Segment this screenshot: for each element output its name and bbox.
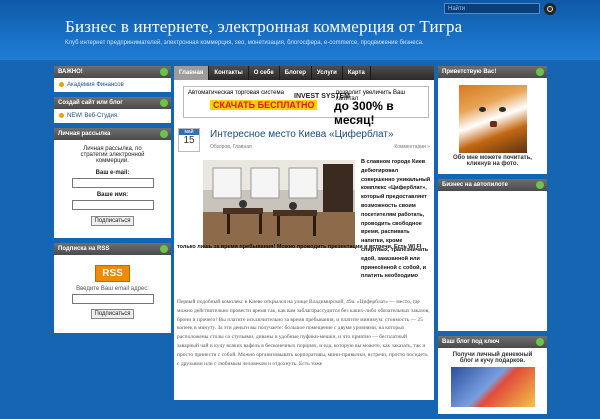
bullet-icon	[59, 113, 64, 119]
link-academy[interactable]: Академия Финансов	[67, 82, 124, 88]
toggle-icon[interactable]	[160, 130, 168, 139]
toggle-icon[interactable]	[160, 245, 168, 254]
widget-title: Создай сайт или блог	[54, 97, 171, 110]
widget-title: Личная рассылка	[54, 128, 171, 141]
post-photo	[203, 160, 355, 248]
autopilot-widget: Бизнес на автопилоте	[438, 179, 547, 331]
top-nav: Главная Контакты О себе Блогер Услуги Ка…	[174, 66, 434, 80]
link-web-studio[interactable]: NEW! Веб-Студия.	[67, 113, 119, 119]
ad-download[interactable]: СКАЧАТЬ БЕСПЛАТНО	[210, 100, 318, 110]
toggle-icon[interactable]	[536, 181, 544, 189]
ad-big-text: до 300% в месяц!	[334, 99, 394, 127]
post-comments-link[interactable]: Комментарии »	[394, 144, 430, 150]
important-widget: ВАЖНО! Академия Финансов	[54, 66, 171, 93]
site-description: Клуб интернет предпринимателей, электрон…	[65, 40, 424, 46]
bullet-icon	[59, 82, 64, 87]
widget-title: Бизнес на автопилоте	[438, 179, 547, 191]
name-field[interactable]	[71, 200, 154, 211]
nav-map[interactable]: Карта	[343, 66, 371, 80]
post-excerpt-continued: только лишь за время пребывания! Можно п…	[177, 244, 422, 250]
search-input[interactable]: Найти	[444, 3, 540, 14]
rss-icon[interactable]: RSS	[95, 265, 130, 283]
site-header: Бизнес в интернете, электронная коммерци…	[0, 0, 600, 60]
toggle-icon[interactable]	[160, 68, 168, 76]
nav-contacts[interactable]: Контакты	[209, 66, 249, 80]
welcome-widget: Приветствую Вас! Обо мне можете почитать…	[438, 66, 547, 174]
create-blog-widget: Создай сайт или блог NEW! Веб-Студия.	[54, 97, 171, 124]
nav-services[interactable]: Услуги	[312, 66, 343, 80]
post-body: Первый подобный комплекс в Киеве открылс…	[177, 299, 430, 367]
email-label: Ваш e-mail:	[95, 170, 130, 177]
post-date: май 15	[178, 128, 200, 152]
toggle-icon[interactable]	[536, 68, 544, 76]
blog-caption: Получи личный денежный блог и кучу подар…	[452, 352, 533, 364]
nav-home[interactable]: Главная	[174, 66, 210, 80]
blog-turnkey-widget: Ваш блог под ключ Получи личный денежный…	[438, 336, 547, 414]
right-sidebar: Приветствую Вас! Обо мне можете почитать…	[438, 66, 547, 419]
rss-email-label: Введите Ваш email адрес:	[76, 286, 149, 293]
about-caption: Обо мне можете почитать, кликнув на фото…	[453, 155, 532, 167]
widget-title: ВАЖНО!	[54, 66, 171, 78]
ad-banner[interactable]: Автоматическая торговая система СКАЧАТЬ …	[183, 86, 429, 127]
main-content: Главная Контакты О себе Блогер Услуги Ка…	[174, 66, 434, 400]
toggle-icon[interactable]	[160, 99, 168, 108]
name-label: Ваше имя:	[96, 192, 129, 199]
search-button[interactable]	[544, 3, 556, 15]
widget-title: Приветствую Вас!	[438, 66, 547, 78]
blog-package-image[interactable]	[450, 367, 535, 407]
rss-subscribe-button[interactable]: Подписаться	[90, 309, 135, 320]
post-categories[interactable]: Обзоров, Главная	[210, 144, 252, 150]
nav-about[interactable]: О себе	[249, 66, 280, 80]
post-excerpt: В славном городе Киев дебютировал соверш…	[361, 159, 431, 280]
widget-title: Подписка на RSS	[54, 243, 171, 256]
rss-widget: Подписка на RSS RSS Введите Ваш email ад…	[54, 243, 171, 334]
rss-email-field[interactable]	[71, 294, 154, 305]
nav-blogger[interactable]: Блогер	[280, 66, 312, 80]
widget-title: Ваш блог под ключ	[438, 336, 547, 348]
tiger-photo[interactable]	[458, 85, 527, 153]
post-day: 15	[183, 135, 195, 146]
site-title[interactable]: Бизнес в интернете, электронная коммерци…	[65, 17, 462, 37]
email-field[interactable]	[71, 178, 154, 189]
newsletter-intro: Личная рассылка, по стратегии электронно…	[80, 146, 145, 165]
left-sidebar: ВАЖНО! Академия Финансов Создай сайт или…	[54, 66, 171, 338]
post-title[interactable]: Интересное место Киева «Циферблат»	[210, 129, 394, 140]
newsletter-widget: Личная рассылка Личная рассылка, по стра…	[54, 128, 171, 239]
subscribe-button[interactable]: Подписаться	[90, 216, 135, 227]
toggle-icon[interactable]	[536, 338, 544, 346]
ad-line1: Автоматическая торговая система	[188, 90, 284, 96]
